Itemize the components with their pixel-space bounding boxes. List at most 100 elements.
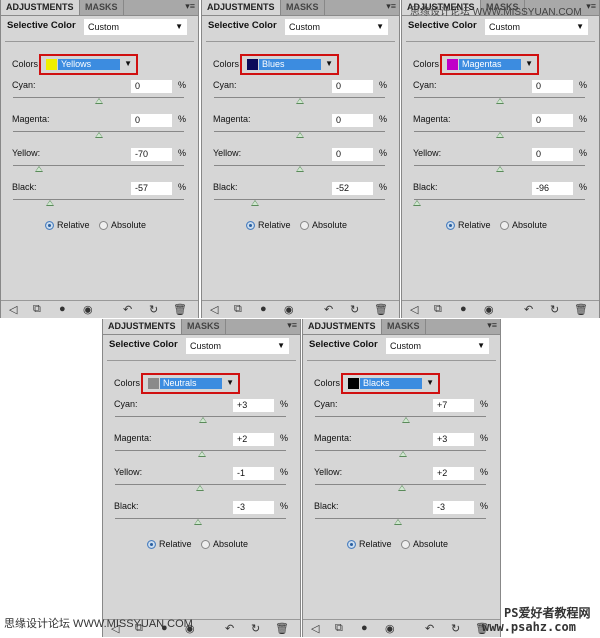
value-input-2[interactable]: 0 [332, 148, 373, 161]
value-input-0[interactable]: 0 [131, 80, 172, 93]
visibility-mask-icon[interactable]: ● [260, 303, 267, 315]
slider-thumb[interactable] [402, 417, 411, 423]
slider-thumb[interactable] [34, 166, 43, 172]
value-input-2[interactable]: -70 [131, 148, 172, 161]
absolute-radio[interactable]: Absolute [500, 220, 547, 230]
colors-dropdown[interactable]: Blues ▼ [240, 54, 339, 75]
clip-layer-icon[interactable]: ⧉ [335, 622, 343, 635]
previous-state-icon[interactable]: ↶ [123, 303, 132, 316]
trash-icon[interactable]: 🗑 [173, 303, 187, 316]
slider-thumb[interactable] [495, 166, 504, 172]
panel-menu-icon[interactable]: ▾≡ [287, 320, 297, 331]
value-input-2[interactable]: +2 [433, 467, 474, 480]
colors-dropdown[interactable]: Magentas ▼ [440, 54, 539, 75]
absolute-radio[interactable]: Absolute [99, 220, 146, 230]
reset-icon[interactable]: ↻ [451, 622, 460, 635]
slider-thumb[interactable] [94, 98, 103, 104]
tab-adjustments[interactable]: ADJUSTMENTS [103, 319, 181, 334]
slider-thumb[interactable] [94, 132, 103, 138]
slider-thumb[interactable] [295, 98, 304, 104]
visibility-mask-icon[interactable]: ● [460, 303, 467, 315]
relative-radio[interactable]: Relative [147, 539, 192, 549]
back-arrow-icon[interactable]: ◁ [9, 303, 17, 316]
panel-menu-icon[interactable]: ▾≡ [586, 1, 596, 12]
absolute-radio[interactable]: Absolute [300, 220, 347, 230]
value-input-3[interactable]: -57 [131, 182, 172, 195]
slider-track[interactable] [13, 199, 184, 200]
trash-icon[interactable]: 🗑 [374, 303, 388, 316]
preset-dropdown[interactable]: Custom ▼ [186, 338, 289, 354]
tab-masks[interactable]: MASKS [280, 0, 325, 15]
reset-icon[interactable]: ↻ [149, 303, 158, 316]
slider-thumb[interactable] [399, 451, 408, 457]
tab-adjustments[interactable]: ADJUSTMENTS [1, 0, 79, 15]
value-input-3[interactable]: -3 [233, 501, 274, 514]
slider-thumb[interactable] [193, 519, 202, 525]
value-input-0[interactable]: 0 [332, 80, 373, 93]
tab-masks[interactable]: MASKS [79, 0, 124, 15]
previous-state-icon[interactable]: ↶ [324, 303, 333, 316]
slider-thumb[interactable] [398, 485, 407, 491]
slider-thumb[interactable] [195, 485, 204, 491]
value-input-1[interactable]: +3 [433, 433, 474, 446]
slider-track[interactable] [214, 199, 385, 200]
tab-adjustments[interactable]: ADJUSTMENTS [202, 0, 280, 15]
eye-icon[interactable]: ◉ [284, 303, 294, 316]
colors-dropdown[interactable]: Yellows ▼ [39, 54, 138, 75]
slider-thumb[interactable] [495, 132, 504, 138]
tab-masks[interactable]: MASKS [181, 319, 226, 334]
panel-menu-icon[interactable]: ▾≡ [386, 1, 396, 12]
value-input-0[interactable]: +7 [433, 399, 474, 412]
eye-icon[interactable]: ◉ [83, 303, 93, 316]
preset-dropdown[interactable]: Custom ▼ [386, 338, 489, 354]
preset-dropdown[interactable]: Custom ▼ [285, 19, 388, 35]
trash-icon[interactable]: 🗑 [574, 303, 588, 316]
slider-thumb[interactable] [295, 166, 304, 172]
back-arrow-icon[interactable]: ◁ [410, 303, 418, 316]
slider-thumb[interactable] [199, 417, 208, 423]
panel-menu-icon[interactable]: ▾≡ [487, 320, 497, 331]
absolute-radio[interactable]: Absolute [201, 539, 248, 549]
value-input-1[interactable]: 0 [131, 114, 172, 127]
value-input-0[interactable]: +3 [233, 399, 274, 412]
relative-radio[interactable]: Relative [446, 220, 491, 230]
eye-icon[interactable]: ◉ [385, 622, 395, 635]
absolute-radio[interactable]: Absolute [401, 539, 448, 549]
slider-thumb[interactable] [198, 451, 207, 457]
slider-thumb[interactable] [45, 200, 54, 206]
value-input-2[interactable]: -1 [233, 467, 274, 480]
preset-dropdown[interactable]: Custom ▼ [84, 19, 187, 35]
colors-dropdown[interactable]: Blacks ▼ [341, 373, 440, 394]
slider-track[interactable] [315, 416, 486, 417]
reset-icon[interactable]: ↻ [251, 622, 260, 635]
slider-track[interactable] [414, 199, 585, 200]
value-input-1[interactable]: 0 [332, 114, 373, 127]
previous-state-icon[interactable]: ↶ [225, 622, 234, 635]
value-input-2[interactable]: 0 [532, 148, 573, 161]
visibility-mask-icon[interactable]: ● [59, 303, 66, 315]
back-arrow-icon[interactable]: ◁ [210, 303, 218, 316]
slider-thumb[interactable] [393, 519, 402, 525]
reset-icon[interactable]: ↻ [550, 303, 559, 316]
slider-thumb[interactable] [251, 200, 260, 206]
value-input-1[interactable]: +2 [233, 433, 274, 446]
tab-adjustments[interactable]: ADJUSTMENTS [303, 319, 381, 334]
slider-thumb[interactable] [295, 132, 304, 138]
tab-masks[interactable]: MASKS [381, 319, 426, 334]
trash-icon[interactable]: 🗑 [275, 622, 289, 635]
back-arrow-icon[interactable]: ◁ [311, 622, 319, 635]
slider-thumb[interactable] [413, 200, 422, 206]
value-input-3[interactable]: -52 [332, 182, 373, 195]
previous-state-icon[interactable]: ↶ [425, 622, 434, 635]
panel-menu-icon[interactable]: ▾≡ [185, 1, 195, 12]
relative-radio[interactable]: Relative [246, 220, 291, 230]
clip-layer-icon[interactable]: ⧉ [33, 303, 41, 316]
value-input-3[interactable]: -96 [532, 182, 573, 195]
reset-icon[interactable]: ↻ [350, 303, 359, 316]
value-input-1[interactable]: 0 [532, 114, 573, 127]
clip-layer-icon[interactable]: ⧉ [434, 303, 442, 316]
relative-radio[interactable]: Relative [347, 539, 392, 549]
eye-icon[interactable]: ◉ [484, 303, 494, 316]
previous-state-icon[interactable]: ↶ [524, 303, 533, 316]
colors-dropdown[interactable]: Neutrals ▼ [141, 373, 240, 394]
